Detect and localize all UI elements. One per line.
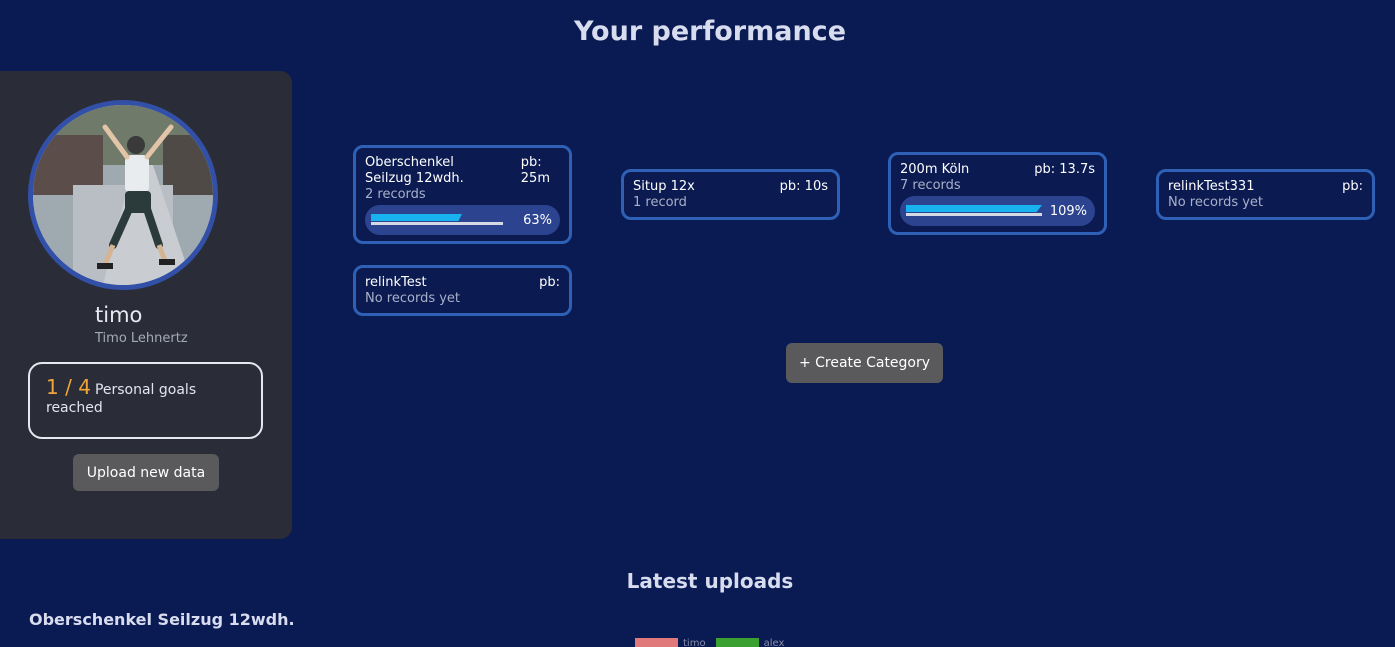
- progress-base: [906, 213, 1042, 216]
- goals-reached: 1: [46, 375, 59, 399]
- progress-percent: 109%: [1049, 203, 1087, 219]
- avatar-photo: [33, 105, 213, 285]
- category-records: 1 record: [633, 195, 687, 210]
- category-name: relinkTest331: [1168, 179, 1255, 194]
- progress-percent: 63%: [523, 212, 552, 228]
- category-card[interactable]: Situp 12x pb: 10s 1 record: [621, 169, 840, 220]
- chart-legend: timo alex: [635, 638, 788, 647]
- category-records: No records yet: [1168, 195, 1264, 210]
- category-card[interactable]: relinkTest331 pb: No records yet: [1156, 169, 1375, 220]
- category-pb: pb: 10s: [779, 179, 828, 194]
- progress-bar: 63%: [365, 205, 560, 235]
- latest-category-title: Oberschenkel Seilzug 12wdh.: [29, 610, 295, 629]
- upload-new-data-button[interactable]: Upload new data: [73, 454, 219, 491]
- goals-count: 1 / 4: [46, 375, 91, 399]
- category-pb: pb: 13.7s: [1034, 162, 1095, 177]
- category-card[interactable]: Oberschenkel Seilzug 12wdh. pb: 25m 2 re…: [353, 145, 572, 244]
- profile-card: timo Timo Lehnertz 1 / 4 Personal goals r…: [0, 71, 292, 539]
- category-card[interactable]: relinkTest pb: No records yet: [353, 265, 572, 316]
- category-name: relinkTest: [365, 275, 427, 290]
- progress-bar: 109%: [900, 196, 1095, 226]
- performance-page: Your performance timo Timo Lehnertz 1 / …: [0, 0, 1395, 647]
- progress-base: [371, 222, 503, 225]
- page-title: Your performance: [573, 16, 847, 47]
- category-name: Situp 12x: [633, 179, 695, 194]
- avatar: [28, 100, 218, 290]
- category-records: 2 records: [365, 187, 426, 202]
- latest-uploads-title: Latest uploads: [626, 569, 794, 593]
- category-records: No records yet: [365, 291, 461, 306]
- category-records: 7 records: [900, 178, 961, 193]
- category-pb: pb:: [1342, 179, 1363, 194]
- category-pb: pb:: [539, 275, 560, 290]
- legend-swatch: [635, 638, 678, 647]
- progress-fill: [906, 205, 1042, 212]
- goals-total: 4: [78, 375, 91, 399]
- progress-fill: [371, 214, 462, 221]
- category-pb: pb: 25m: [520, 155, 550, 186]
- legend-swatch: [715, 638, 759, 647]
- username: timo: [95, 303, 143, 327]
- create-category-button[interactable]: + Create Category: [786, 343, 943, 383]
- category-name: Oberschenkel Seilzug 12wdh.: [365, 155, 464, 186]
- full-name: Timo Lehnertz: [95, 331, 188, 346]
- personal-goals-box: 1 / 4 Personal goals reached: [28, 362, 263, 439]
- legend-label: alex: [763, 638, 785, 647]
- legend-item[interactable]: timo: [635, 638, 706, 647]
- goals-separator: /: [65, 375, 72, 399]
- category-card[interactable]: 200m Köln pb: 13.7s 7 records 109%: [888, 152, 1107, 235]
- legend-item[interactable]: alex: [715, 638, 785, 647]
- legend-label: timo: [683, 638, 706, 647]
- category-name: 200m Köln: [900, 162, 970, 177]
